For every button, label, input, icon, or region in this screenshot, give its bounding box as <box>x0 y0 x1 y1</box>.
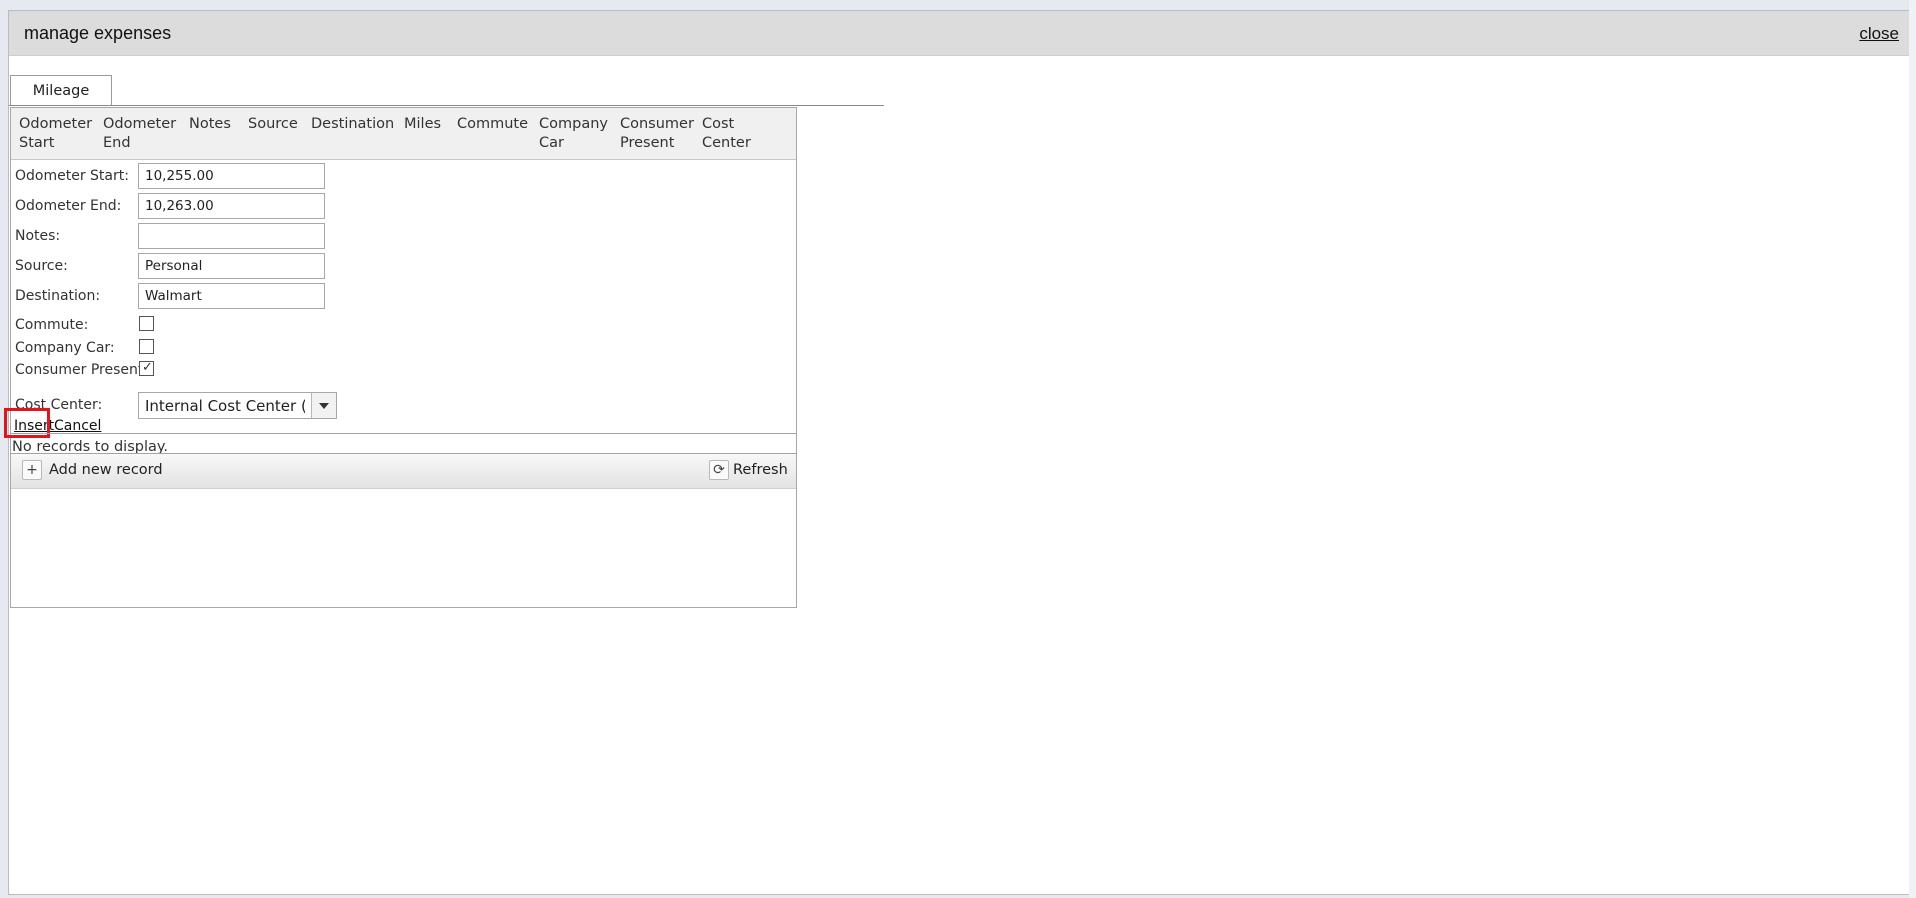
odometer-start-input[interactable] <box>138 163 325 189</box>
chevron-down-icon <box>319 403 329 409</box>
source-label: Source: <box>15 258 68 274</box>
odometer-end-label: Odometer End: <box>15 198 122 214</box>
close-link[interactable]: close <box>1859 24 1899 44</box>
column-odometer-start[interactable]: Odometer Start <box>19 115 92 153</box>
column-label: Start <box>19 135 55 151</box>
insert-link[interactable]: Insert <box>14 418 54 434</box>
column-consumer-present[interactable]: Consumer Present <box>620 115 694 153</box>
odometer-end-input[interactable] <box>138 193 325 219</box>
column-odometer-end[interactable]: Odometer End <box>103 115 176 153</box>
manage-expenses-window: manage expenses close Mileage Odometer S… <box>4 10 1910 895</box>
column-label: Odometer <box>19 116 93 132</box>
add-new-record-label: Add new record <box>49 462 163 478</box>
column-label: Cost <box>702 116 735 132</box>
column-destination[interactable]: Destination <box>311 115 394 134</box>
source-input[interactable] <box>138 253 325 279</box>
column-label: Car <box>539 135 564 151</box>
cost-center-select[interactable]: Internal Cost Center (CC <box>138 392 337 419</box>
column-miles[interactable]: Miles <box>404 115 441 134</box>
company-car-checkbox[interactable] <box>139 339 154 354</box>
column-cost-center[interactable]: Cost Center <box>702 115 751 153</box>
dropdown-button[interactable] <box>311 393 336 418</box>
commute-checkbox[interactable] <box>139 316 154 331</box>
column-label: Present <box>620 135 675 151</box>
column-label: Notes <box>189 116 231 132</box>
column-label: Miles <box>404 116 442 132</box>
refresh-label: Refresh <box>733 462 788 478</box>
destination-label: Destination: <box>15 288 101 304</box>
cost-center-value: Internal Cost Center (CC <box>145 397 305 415</box>
column-label: Consumer <box>620 116 694 132</box>
command-bar: + Add new record ⟳ Refresh <box>11 454 796 489</box>
column-commute[interactable]: Commute <box>457 115 528 134</box>
consumer-present-label: Consumer Present: <box>15 362 149 378</box>
column-notes[interactable]: Notes <box>189 115 231 134</box>
destination-input[interactable] <box>138 283 325 309</box>
column-label: Source <box>248 116 298 132</box>
odometer-start-label: Odometer Start: <box>15 168 129 184</box>
cost-center-label: Cost Center: <box>15 397 103 413</box>
column-label: Commute <box>457 116 529 132</box>
column-source[interactable]: Source <box>248 115 298 134</box>
cancel-link[interactable]: Cancel <box>54 418 101 434</box>
window-title: manage expenses <box>24 23 172 43</box>
column-label: Destination <box>311 116 395 132</box>
tab-strip-line <box>9 105 884 106</box>
notes-input[interactable] <box>138 223 325 249</box>
refresh-icon: ⟳ <box>709 460 729 480</box>
checkmark-icon: ✓ <box>142 360 153 375</box>
window-edge <box>1909 0 1916 898</box>
company-car-label: Company Car: <box>15 340 115 356</box>
mileage-grid: Odometer Start Odometer End Notes Source… <box>4 107 797 608</box>
consumer-present-checkbox[interactable]: ✓ <box>139 360 154 376</box>
tab-mileage[interactable]: Mileage <box>10 75 112 106</box>
column-label: Odometer <box>103 116 177 132</box>
plus-icon: + <box>22 460 42 480</box>
column-label: Center <box>702 135 751 151</box>
column-label: End <box>103 135 131 151</box>
commute-label: Commute: <box>15 317 89 333</box>
column-company-car[interactable]: Company Car <box>539 115 608 153</box>
form-divider <box>11 433 796 434</box>
grid-header: Odometer Start Odometer End Notes Source… <box>11 108 796 160</box>
notes-label: Notes: <box>15 228 61 244</box>
title-bar: manage expenses close <box>9 11 1909 56</box>
column-label: Company <box>539 116 608 132</box>
